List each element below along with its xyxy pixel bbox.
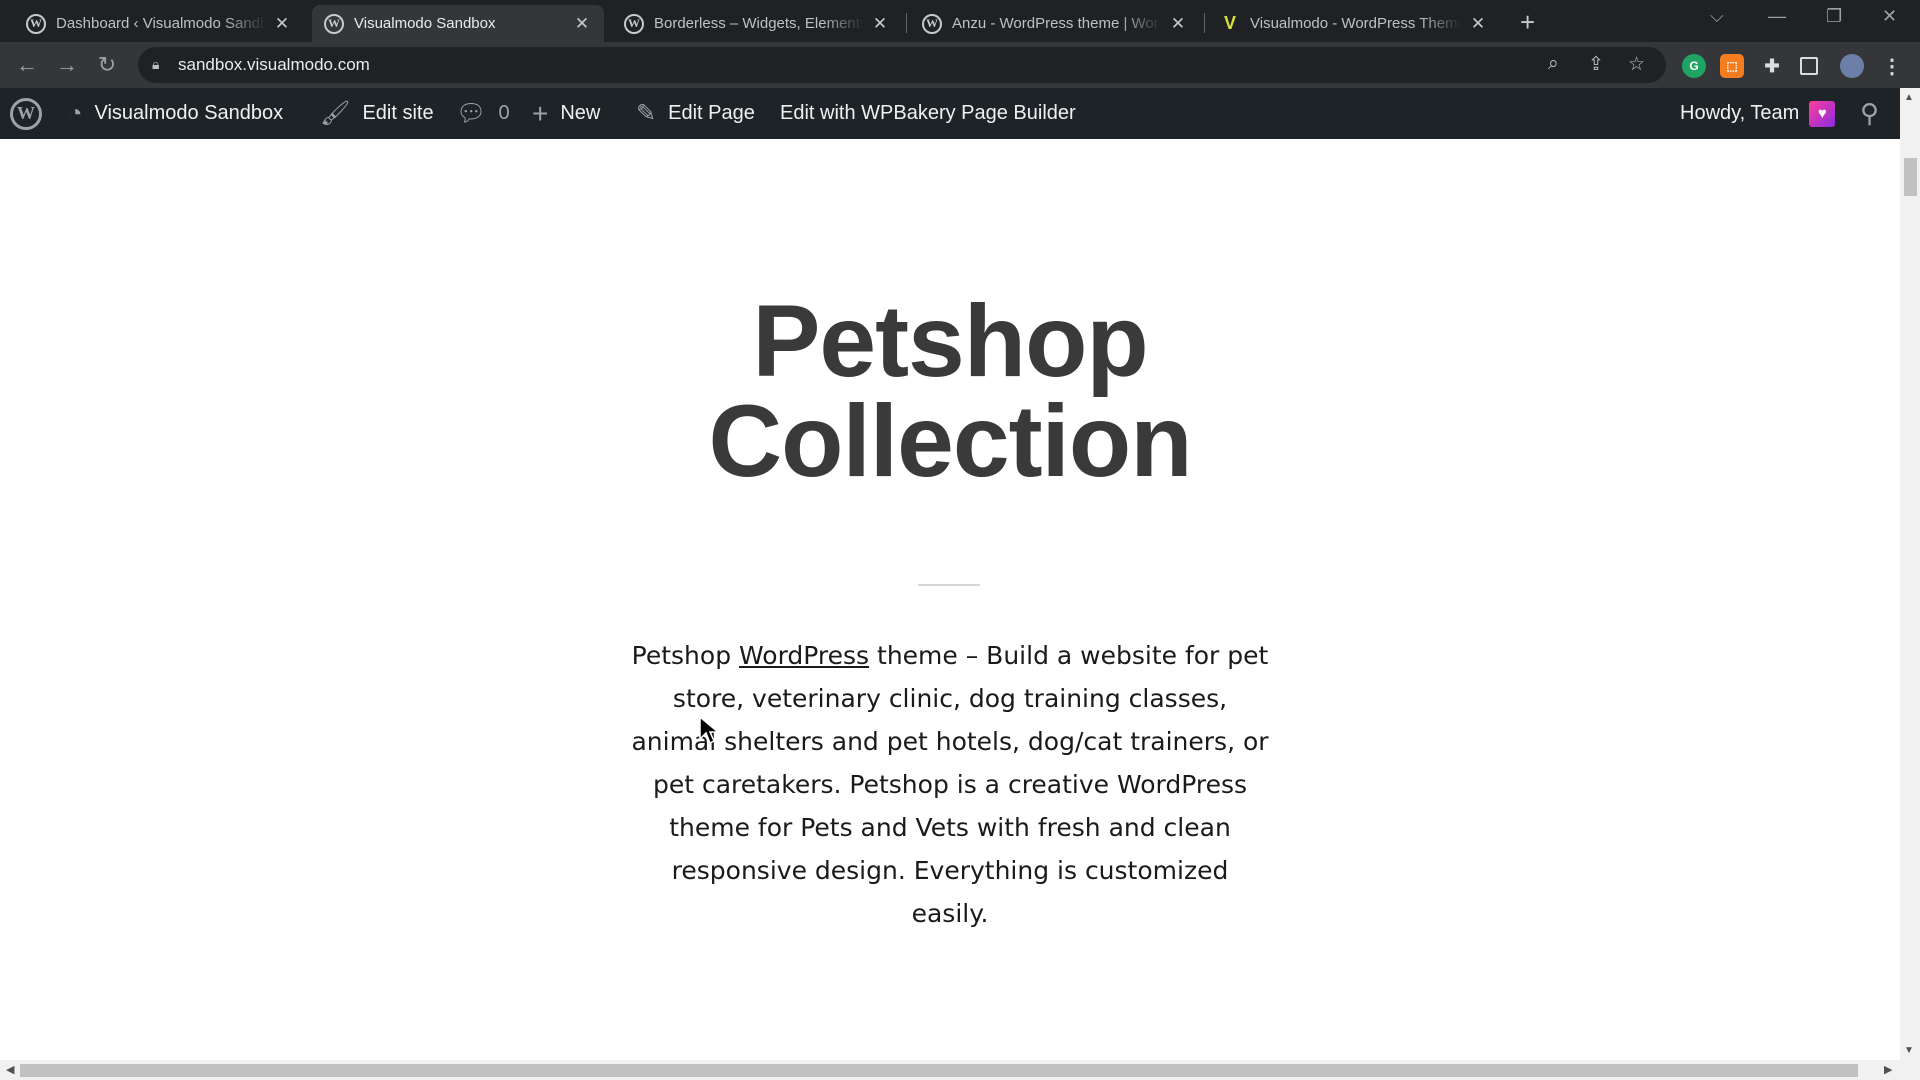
howdy-label: Howdy, Team: [1680, 102, 1800, 124]
description-paragraph: Petshop WordPress theme – Build a websit…: [630, 634, 1270, 935]
title-divider: [918, 584, 980, 586]
tab-search-icon[interactable]: ⌵: [1710, 6, 1724, 27]
wordpress-link[interactable]: WordPress: [739, 641, 869, 670]
page-title: Petshop Collection: [0, 290, 1900, 492]
share-icon[interactable]: ⇪: [1588, 53, 1604, 76]
url-text[interactable]: sandbox.visualmodo.com: [178, 55, 370, 75]
wp-logo-menu[interactable]: W: [10, 88, 42, 139]
comments-count: 0: [498, 102, 510, 124]
pencil-icon: ✎: [636, 100, 657, 127]
title-line-1: Petshop: [752, 284, 1148, 398]
tab-visualmodo-themes[interactable]: V Visualmodo - WordPress Themes ✕: [1208, 5, 1500, 42]
vertical-scroll-thumb[interactable]: [1904, 158, 1917, 196]
user-avatar: ♥: [1809, 100, 1836, 127]
tab-borderless[interactable]: W Borderless – Widgets, Elements, Templa…: [612, 5, 902, 42]
plus-icon: +: [532, 97, 549, 129]
comments-link[interactable]: 💬︎ 0: [456, 88, 510, 139]
brush-icon: 🖌︎: [320, 100, 351, 127]
desc-text-start: Petshop: [631, 641, 740, 670]
edit-site-label: Edit site: [362, 102, 434, 124]
comment-bubble-icon: 💬︎: [456, 100, 487, 127]
page-content: Petshop Collection Petshop WordPress the…: [0, 139, 1900, 1059]
browser-toolbar: ← → ↻ 🔒︎ sandbox.visualmodo.com ⌕ ⇪ ☆ G …: [0, 42, 1920, 88]
mouse-cursor-icon: [699, 715, 720, 745]
new-content-menu[interactable]: + New: [532, 88, 600, 139]
site-name-label: Visualmodo Sandbox: [94, 102, 284, 124]
wp-admin-bar: W ◔ Visualmodo Sandbox 🖌︎ Edit site 💬︎ 0…: [0, 88, 1920, 139]
tab-title: Borderless – Widgets, Elements, Template…: [654, 15, 864, 32]
tab-separator: [906, 13, 907, 33]
tab-title: Visualmodo Sandbox: [354, 15, 496, 32]
minimize-icon[interactable]: —: [1768, 6, 1786, 27]
edit-page-label: Edit Page: [668, 102, 755, 124]
browser-tabstrip: W Dashboard ‹ Visualmodo Sandbox ✕ W Vis…: [0, 0, 1920, 42]
wpbakery-link[interactable]: Edit with WPBakery Page Builder: [780, 88, 1076, 139]
back-icon[interactable]: ←: [12, 50, 42, 80]
grammarly-extension-icon[interactable]: G: [1682, 54, 1706, 78]
wordpress-icon: W: [10, 97, 42, 130]
bookmark-star-icon[interactable]: ☆: [1628, 53, 1645, 76]
close-icon[interactable]: ✕: [1168, 14, 1188, 34]
tab-title: Dashboard ‹ Visualmodo Sandbox: [56, 15, 266, 32]
wordpress-icon: W: [922, 13, 942, 34]
extensions-puzzle-icon[interactable]: ✚: [1760, 54, 1784, 78]
maximize-icon[interactable]: ❐: [1826, 6, 1842, 27]
visualmodo-icon: V: [1223, 13, 1236, 33]
window-close-icon[interactable]: ✕: [1882, 6, 1897, 27]
admin-search-button[interactable]: ⚲: [1860, 88, 1879, 139]
tab-title: Visualmodo - WordPress Themes: [1250, 15, 1462, 32]
tab-anzu[interactable]: W Anzu - WordPress theme | WordPress ✕: [910, 5, 1200, 42]
wordpress-icon: W: [624, 13, 644, 34]
forward-icon[interactable]: →: [52, 50, 82, 80]
scroll-down-icon[interactable]: ▼: [1904, 1045, 1914, 1056]
zoom-icon[interactable]: ⌕: [1548, 53, 1559, 75]
my-account-menu[interactable]: Howdy, Team ♥: [1680, 88, 1836, 139]
new-label: New: [560, 102, 601, 124]
tab-dashboard[interactable]: W Dashboard ‹ Visualmodo Sandbox ✕: [14, 5, 304, 42]
close-icon[interactable]: ✕: [1468, 14, 1488, 34]
horizontal-scroll-thumb[interactable]: [20, 1064, 1858, 1077]
edit-page-link[interactable]: ✎ Edit Page: [636, 88, 755, 139]
extension-orange-icon[interactable]: ⬚: [1720, 54, 1744, 78]
wordpress-icon: W: [324, 13, 344, 34]
reload-icon[interactable]: ↻: [92, 50, 122, 80]
close-icon[interactable]: ✕: [870, 14, 890, 34]
tab-visualmodo-sandbox[interactable]: W Visualmodo Sandbox ✕: [312, 5, 604, 42]
search-icon: ⚲: [1860, 98, 1880, 128]
desc-text-rest: theme – Build a website for pet store, v…: [631, 641, 1269, 928]
tab-title: Anzu - WordPress theme | WordPress: [952, 15, 1162, 32]
address-bar[interactable]: 🔒︎ sandbox.visualmodo.com ⌕ ⇪ ☆: [138, 47, 1666, 83]
dashboard-gauge-icon: ◔: [68, 99, 83, 127]
vertical-scrollbar[interactable]: ▲ ▼: [1900, 88, 1920, 1060]
browser-menu-icon[interactable]: ⋮: [1880, 54, 1904, 78]
tab-separator: [1204, 13, 1205, 33]
site-name-menu[interactable]: ◔ Visualmodo Sandbox: [68, 88, 283, 139]
new-tab-button[interactable]: +: [1520, 7, 1535, 38]
side-panel-icon[interactable]: [1800, 57, 1818, 75]
scroll-up-icon[interactable]: ▲: [1904, 92, 1914, 103]
profile-avatar[interactable]: [1840, 54, 1864, 78]
wordpress-icon: W: [26, 13, 46, 34]
close-icon[interactable]: ✕: [572, 14, 592, 34]
scroll-left-icon[interactable]: ◀: [6, 1063, 14, 1076]
lock-icon[interactable]: 🔒︎: [152, 56, 159, 73]
scroll-right-icon[interactable]: ▶: [1884, 1063, 1892, 1076]
edit-site-link[interactable]: 🖌︎ Edit site: [320, 88, 434, 139]
wpbakery-label: Edit with WPBakery Page Builder: [780, 102, 1076, 124]
horizontal-scrollbar[interactable]: ◀ ▶: [0, 1060, 1920, 1080]
title-line-2: Collection: [708, 384, 1192, 498]
close-icon[interactable]: ✕: [272, 14, 292, 34]
